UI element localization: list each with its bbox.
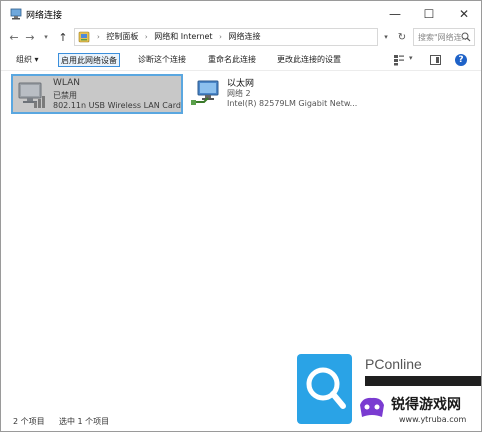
close-button[interactable]: ✕	[447, 1, 481, 27]
pconline-text: PConline	[365, 356, 422, 372]
network-connections-icon	[10, 8, 22, 20]
preview-pane-icon[interactable]	[430, 55, 441, 65]
address-row: ← → ▾ ↑ › 控制面板 › 网络和 Internet › 网络连接 ▾ ↻…	[1, 27, 481, 47]
connection-name: WLAN	[53, 78, 81, 88]
item-count: 2 个项目	[13, 417, 45, 426]
network-connections-window: 网络连接 — ☐ ✕ ← → ▾ ↑ › 控制面板 › 网络和 Internet…	[0, 0, 482, 432]
connection-item-wlan[interactable]: WLAN 已禁用 802.11n USB Wireless LAN Card	[11, 74, 183, 114]
search-icon	[461, 32, 471, 42]
breadcrumb-separator[interactable]: ›	[219, 33, 222, 41]
address-bar[interactable]: › 控制面板 › 网络和 Internet › 网络连接	[74, 28, 378, 46]
breadcrumb-network-connections[interactable]: 网络连接	[228, 32, 260, 41]
ytruba-name: 锐得游戏网	[391, 397, 461, 413]
organize-button[interactable]: 组织 ▾	[14, 53, 41, 67]
breadcrumb: › 控制面板 › 网络和 Internet › 网络连接	[93, 31, 260, 42]
minimize-button[interactable]: —	[378, 1, 412, 27]
pconline-band	[365, 376, 481, 386]
enable-device-button[interactable]: 启用此网络设备	[58, 53, 120, 67]
refresh-button[interactable]: ↻	[394, 28, 410, 46]
title-bar: 网络连接 — ☐ ✕	[1, 1, 481, 27]
ethernet-adapter-icon	[191, 80, 219, 105]
connection-device: 802.11n USB Wireless LAN Card	[53, 101, 181, 110]
up-button[interactable]: ↑	[56, 28, 70, 46]
selected-count: 选中 1 个项目	[59, 417, 110, 426]
maximize-button[interactable]: ☐	[412, 1, 446, 27]
view-options-dropdown[interactable]: ▾	[409, 54, 413, 62]
recent-locations-button[interactable]: ▾	[39, 28, 53, 46]
status-bar: 2 个项目 选中 1 个项目	[1, 413, 481, 431]
command-bar: 组织 ▾ 启用此网络设备 诊断这个连接 重命名此连接 更改此连接的设置 ▾ ?	[1, 49, 481, 71]
connection-status: 已禁用	[53, 91, 77, 100]
breadcrumb-control-panel[interactable]: 控制面板	[106, 32, 138, 41]
change-settings-button[interactable]: 更改此连接的设置	[275, 53, 343, 67]
breadcrumb-separator: ›	[97, 33, 100, 41]
breadcrumb-network-internet[interactable]: 网络和 Internet	[154, 32, 212, 41]
search-input[interactable]: 搜索"网络连...	[413, 28, 475, 46]
forward-button[interactable]: →	[23, 28, 37, 46]
window-title: 网络连接	[26, 11, 63, 21]
change-view-icon[interactable]	[393, 54, 405, 66]
help-icon[interactable]: ?	[455, 54, 467, 66]
connection-device: Intel(R) 82579LM Gigabit Netw...	[227, 99, 358, 108]
breadcrumb-separator[interactable]: ›	[145, 33, 148, 41]
back-button[interactable]: ←	[7, 28, 21, 46]
connection-status: 网络 2	[227, 89, 251, 98]
rename-connection-button[interactable]: 重命名此连接	[206, 53, 258, 67]
address-dropdown-button[interactable]: ▾	[379, 28, 393, 46]
diagnose-connection-button[interactable]: 诊断这个连接	[136, 53, 188, 67]
wifi-adapter-icon	[18, 82, 45, 108]
control-panel-icon	[78, 31, 90, 43]
connection-item-ethernet[interactable]: 以太网 网络 2 Intel(R) 82579LM Gigabit Netw..…	[187, 74, 357, 114]
